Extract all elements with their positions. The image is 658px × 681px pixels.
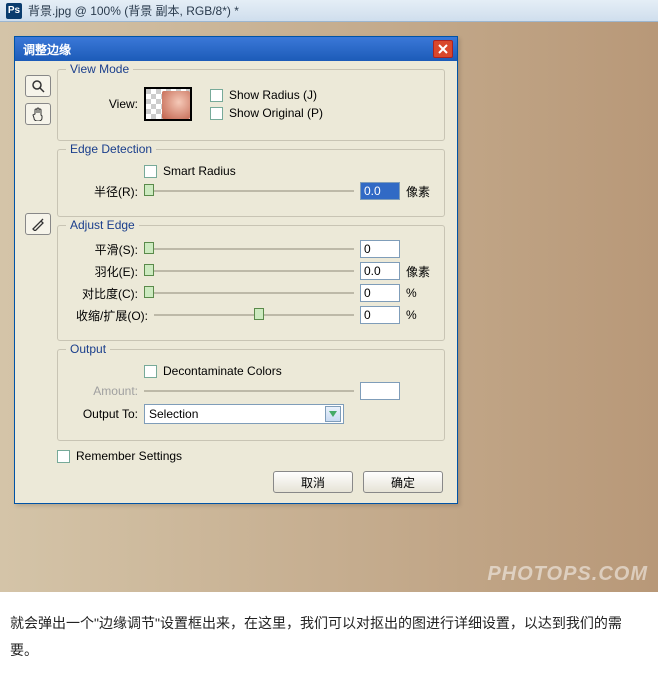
shift-slider[interactable] bbox=[154, 306, 354, 324]
document-title: 背景.jpg @ 100% (背景 副本, RGB/8*) * bbox=[28, 2, 239, 19]
edge-detection-group: Edge Detection Smart Radius 半径(R): 0.0 像… bbox=[57, 149, 445, 217]
amount-input bbox=[360, 382, 400, 400]
ok-button[interactable]: 确定 bbox=[363, 471, 443, 493]
shift-unit: % bbox=[406, 308, 434, 322]
dialog-title: 调整边缘 bbox=[23, 41, 71, 58]
refine-edge-dialog: 调整边缘 View Mode bbox=[14, 36, 458, 504]
feather-unit: 像素 bbox=[406, 263, 434, 280]
article-caption: 就会弹出一个"边缘调节"设置框出来，在这里，我们可以对抠出的图进行详细设置，以达… bbox=[0, 592, 658, 681]
document-tab-bar: Ps 背景.jpg @ 100% (背景 副本, RGB/8*) * bbox=[0, 0, 658, 22]
radius-slider[interactable] bbox=[144, 182, 354, 200]
decontaminate-label: Decontaminate Colors bbox=[163, 364, 282, 378]
adjust-edge-legend: Adjust Edge bbox=[66, 218, 139, 232]
contrast-slider[interactable] bbox=[144, 284, 354, 302]
view-mode-dropdown[interactable] bbox=[144, 87, 192, 121]
chevron-down-icon bbox=[325, 406, 341, 422]
show-radius-checkbox[interactable] bbox=[210, 89, 223, 102]
show-radius-label: Show Radius (J) bbox=[229, 88, 317, 102]
zoom-tool[interactable] bbox=[25, 75, 51, 97]
view-thumbnail bbox=[162, 91, 190, 119]
amount-slider bbox=[144, 382, 354, 400]
smart-radius-checkbox[interactable] bbox=[144, 165, 157, 178]
output-to-label: Output To: bbox=[68, 407, 138, 421]
remember-settings-checkbox[interactable] bbox=[57, 450, 70, 463]
feather-label: 羽化(E): bbox=[68, 263, 138, 280]
show-original-checkbox[interactable] bbox=[210, 107, 223, 120]
close-icon bbox=[438, 44, 448, 54]
smooth-label: 平滑(S): bbox=[68, 241, 138, 258]
view-mode-legend: View Mode bbox=[66, 62, 133, 76]
canvas-area: PHOTOPS.COM 调整边缘 bbox=[0, 22, 658, 592]
shift-label: 收缩/扩展(O): bbox=[68, 307, 148, 324]
brush-tool[interactable] bbox=[25, 213, 51, 235]
show-original-label: Show Original (P) bbox=[229, 106, 323, 120]
hand-tool[interactable] bbox=[25, 103, 51, 125]
adjust-edge-group: Adjust Edge 平滑(S): 0 羽化(E): 0.0 像素 bbox=[57, 225, 445, 341]
output-to-select[interactable]: Selection bbox=[144, 404, 344, 424]
view-mode-group: View Mode View: Show Radius (J) Show Ori… bbox=[57, 69, 445, 141]
smart-radius-label: Smart Radius bbox=[163, 164, 236, 178]
radius-input[interactable]: 0.0 bbox=[360, 182, 400, 200]
remember-settings-label: Remember Settings bbox=[76, 449, 182, 463]
photoshop-icon: Ps bbox=[6, 3, 22, 19]
zoom-icon bbox=[31, 79, 45, 93]
feather-slider[interactable] bbox=[144, 262, 354, 280]
output-legend: Output bbox=[66, 342, 110, 356]
dialog-titlebar[interactable]: 调整边缘 bbox=[15, 37, 457, 61]
hand-icon bbox=[31, 107, 45, 121]
radius-label: 半径(R): bbox=[68, 183, 138, 200]
radius-unit: 像素 bbox=[406, 183, 434, 200]
cancel-button[interactable]: 取消 bbox=[273, 471, 353, 493]
smooth-slider[interactable] bbox=[144, 240, 354, 258]
watermark: PHOTOPS.COM bbox=[487, 563, 648, 586]
contrast-input[interactable]: 0 bbox=[360, 284, 400, 302]
shift-input[interactable]: 0 bbox=[360, 306, 400, 324]
brush-icon bbox=[31, 217, 45, 231]
decontaminate-checkbox[interactable] bbox=[144, 365, 157, 378]
output-to-value: Selection bbox=[149, 407, 198, 421]
view-label: View: bbox=[68, 97, 138, 111]
contrast-label: 对比度(C): bbox=[68, 285, 138, 302]
smooth-input[interactable]: 0 bbox=[360, 240, 400, 258]
output-group: Output Decontaminate Colors Amount: Outp… bbox=[57, 349, 445, 441]
close-button[interactable] bbox=[433, 40, 453, 58]
edge-detection-legend: Edge Detection bbox=[66, 142, 156, 156]
contrast-unit: % bbox=[406, 286, 434, 300]
feather-input[interactable]: 0.0 bbox=[360, 262, 400, 280]
amount-label: Amount: bbox=[68, 384, 138, 398]
